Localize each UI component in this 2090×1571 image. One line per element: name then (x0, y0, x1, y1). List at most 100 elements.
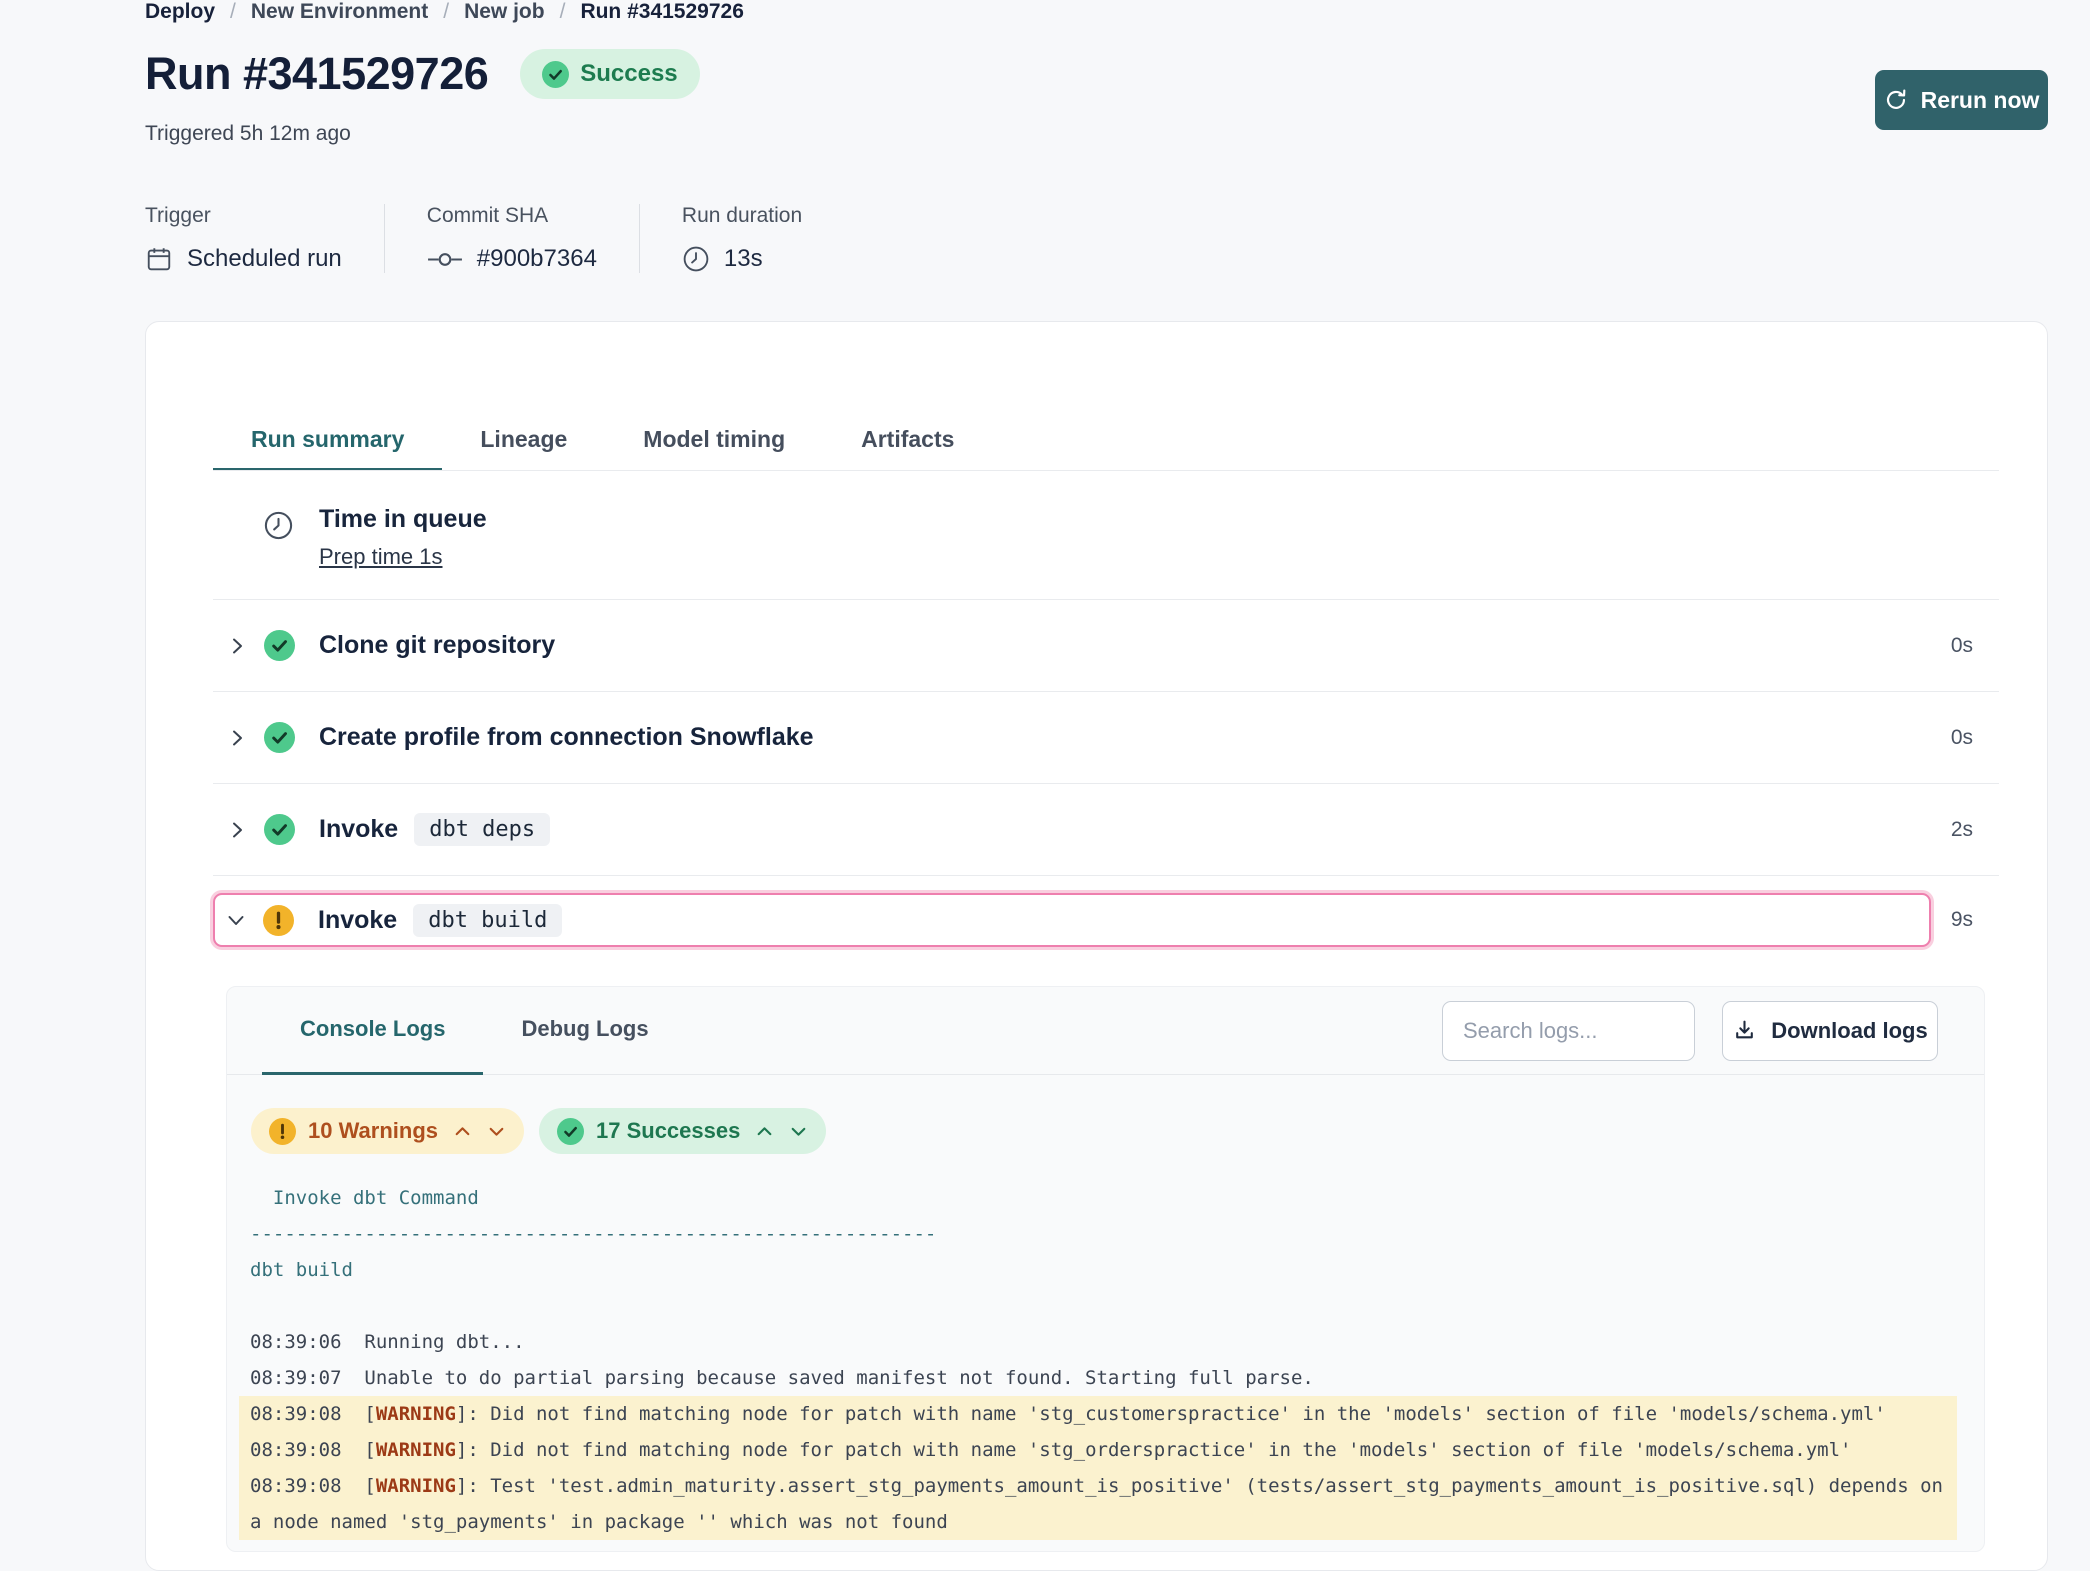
trigger-value: Scheduled run (187, 245, 342, 273)
download-logs-button[interactable]: Download logs (1722, 1001, 1938, 1061)
success-check-icon (264, 722, 295, 753)
step-label: Invokedbt deps (319, 813, 550, 846)
log-line: ----------------------------------------… (250, 1216, 1957, 1252)
breadcrumb-item[interactable]: Run #341529726 (580, 0, 743, 24)
log-line: 08:39:06 Running dbt... (250, 1324, 1957, 1360)
breadcrumb-item[interactable]: Deploy (145, 0, 215, 24)
refresh-icon (1884, 88, 1908, 112)
log-tab-debug-logs[interactable]: Debug Logs (483, 987, 686, 1075)
search-logs-input[interactable] (1442, 1001, 1695, 1061)
step-command: dbt build (413, 904, 562, 937)
breadcrumb-separator: / (230, 0, 236, 24)
tab-bar: Run summaryLineageModel timingArtifacts (213, 410, 992, 471)
success-check-icon (557, 1118, 584, 1145)
tab-divider (213, 470, 1999, 471)
warning-tag: WARNING (376, 1439, 456, 1461)
warning-tag: WARNING (376, 1475, 456, 1497)
chevron-right-icon[interactable] (226, 635, 248, 657)
chevron-up-icon[interactable] (755, 1122, 774, 1141)
chevron-down-icon[interactable] (487, 1122, 506, 1141)
run-meta: Trigger Scheduled run Commit SHA #900b73… (145, 204, 802, 273)
tab-model-timing[interactable]: Model timing (605, 410, 823, 471)
status-badge-label: Success (580, 60, 677, 88)
prep-time-link[interactable]: Prep time 1s (319, 544, 443, 570)
meta-trigger: Trigger Scheduled run (145, 204, 342, 273)
tab-lineage[interactable]: Lineage (442, 410, 605, 471)
clock-icon (682, 245, 710, 273)
step-command: dbt deps (414, 813, 550, 846)
step-duration: 9s (1951, 908, 1973, 932)
commit-icon (427, 251, 463, 268)
successes-badge-label: 17 Successes (596, 1118, 740, 1144)
rerun-now-label: Rerun now (1921, 87, 2040, 114)
commit-label: Commit SHA (427, 204, 597, 228)
breadcrumb-separator: / (443, 0, 449, 24)
log-line: 08:39:08 [WARNING]: Did not find matchin… (239, 1432, 1957, 1468)
step-duration: 0s (1951, 726, 1973, 750)
log-header: Console LogsDebug Logs Download logs (227, 987, 1984, 1075)
meta-commit: Commit SHA #900b7364 (427, 204, 597, 273)
duration-label: Run duration (682, 204, 802, 228)
warning-icon (269, 1118, 296, 1145)
step-label: Clone git repository (319, 631, 555, 660)
calendar-icon (145, 245, 173, 273)
step-row[interactable]: Clone git repository 0s (213, 600, 1999, 692)
step-row[interactable]: Create profile from connection Snowflake… (213, 692, 1999, 784)
breadcrumb: Deploy / New Environment / New job / Run #3415… (145, 0, 744, 24)
rerun-now-button[interactable]: Rerun now (1875, 70, 2048, 130)
log-line: 08:39:08 [WARNING]: Did not find matchin… (239, 1396, 1957, 1432)
steps-list: Clone git repository0sCreate profile fro… (213, 600, 1999, 964)
console-log-output: Invoke dbt Command----------------------… (250, 1180, 1984, 1540)
chevron-down-icon[interactable] (789, 1122, 808, 1141)
log-panel: Console LogsDebug Logs Download logs 10 … (226, 986, 1985, 1552)
title-row: Run #341529726 Success (145, 48, 700, 100)
chevron-right-icon[interactable] (226, 819, 248, 841)
run-summary-card: Run summaryLineageModel timingArtifacts … (145, 321, 2048, 1571)
breadcrumb-separator: / (560, 0, 566, 24)
triggered-timestamp: Triggered 5h 12m ago (145, 122, 351, 146)
step-label: Invokedbt build (318, 904, 562, 937)
warning-icon (263, 905, 294, 936)
breadcrumb-item[interactable]: New job (464, 0, 545, 24)
download-icon (1732, 1018, 1757, 1043)
download-logs-label: Download logs (1771, 1018, 1927, 1044)
warnings-badge-label: 10 Warnings (308, 1118, 438, 1144)
log-line: Invoke dbt Command (250, 1180, 1957, 1216)
step-duration: 2s (1951, 818, 1973, 842)
step-row[interactable]: Invokedbt build 9s (213, 876, 1999, 964)
trigger-label: Trigger (145, 204, 342, 228)
status-badge: Success (520, 49, 699, 99)
page-title: Run #341529726 (145, 48, 488, 100)
log-line: 08:39:08 [WARNING]: Test 'test.admin_mat… (239, 1468, 1957, 1540)
step-row[interactable]: Invokedbt deps 2s (213, 784, 1999, 876)
meta-divider (384, 204, 385, 273)
selected-step-box[interactable]: Invokedbt build (213, 893, 1931, 947)
successes-badge[interactable]: 17 Successes (539, 1108, 826, 1154)
log-tab-bar: Console LogsDebug Logs (262, 987, 687, 1075)
time-in-queue-section: Time in queue Prep time 1s (263, 505, 487, 570)
success-check-icon (542, 61, 569, 88)
duration-value: 13s (724, 245, 763, 273)
chevron-up-icon[interactable] (453, 1122, 472, 1141)
step-label: Create profile from connection Snowflake (319, 723, 814, 752)
tab-artifacts[interactable]: Artifacts (823, 410, 992, 471)
commit-value: #900b7364 (477, 245, 597, 273)
breadcrumb-item[interactable]: New Environment (251, 0, 428, 24)
chevron-down-icon[interactable] (225, 909, 247, 931)
meta-divider (639, 204, 640, 273)
step-duration: 0s (1951, 634, 1973, 658)
success-check-icon (264, 814, 295, 845)
clock-icon (263, 510, 294, 541)
log-line: dbt build (250, 1252, 1957, 1288)
log-tab-console-logs[interactable]: Console Logs (262, 987, 483, 1075)
log-badges: 10 Warnings 17 Successes (251, 1108, 1984, 1154)
meta-duration: Run duration 13s (682, 204, 802, 273)
warning-tag: WARNING (376, 1403, 456, 1425)
log-line: 08:39:07 Unable to do partial parsing be… (250, 1360, 1957, 1396)
log-line (250, 1288, 1957, 1324)
chevron-right-icon[interactable] (226, 727, 248, 749)
queue-title: Time in queue (319, 505, 487, 534)
warnings-badge[interactable]: 10 Warnings (251, 1108, 524, 1154)
tab-run-summary[interactable]: Run summary (213, 410, 442, 471)
success-check-icon (264, 630, 295, 661)
